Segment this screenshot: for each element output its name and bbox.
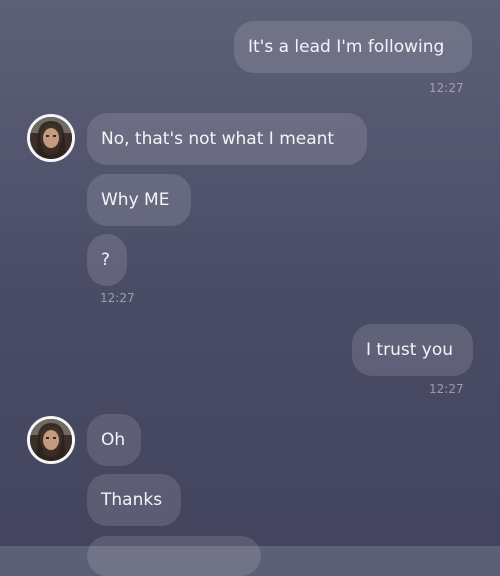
- user-avatar[interactable]: [27, 114, 75, 162]
- message-bubble-incoming[interactable]: Why ME: [87, 174, 191, 226]
- avatar-photo: [30, 117, 72, 159]
- message-bubble-incoming-partial[interactable]: [87, 536, 261, 576]
- avatar-photo: [30, 419, 72, 461]
- message-text: ?: [101, 250, 111, 270]
- message-bubble-outgoing[interactable]: I trust you: [352, 324, 473, 376]
- message-bubble-outgoing[interactable]: It's a lead I'm following: [234, 21, 472, 73]
- message-text: It's a lead I'm following: [248, 37, 445, 57]
- message-time: 12:27: [429, 382, 464, 396]
- message-text: I trust you: [366, 340, 454, 360]
- message-text: Oh: [101, 430, 126, 450]
- user-avatar[interactable]: [27, 416, 75, 464]
- message-text: No, that's not what I meant: [101, 129, 335, 149]
- chat-thread: It's a lead I'm following 12:27 No, that…: [0, 0, 500, 576]
- message-text: Thanks: [101, 490, 163, 510]
- message-bubble-incoming[interactable]: No, that's not what I meant: [87, 113, 367, 165]
- message-time: 12:27: [100, 291, 135, 305]
- message-bubble-incoming[interactable]: ?: [87, 234, 127, 286]
- message-bubble-incoming[interactable]: Oh: [87, 414, 141, 466]
- message-time: 12:27: [429, 81, 464, 95]
- message-text: Why ME: [101, 190, 170, 210]
- message-bubble-incoming[interactable]: Thanks: [87, 474, 181, 526]
